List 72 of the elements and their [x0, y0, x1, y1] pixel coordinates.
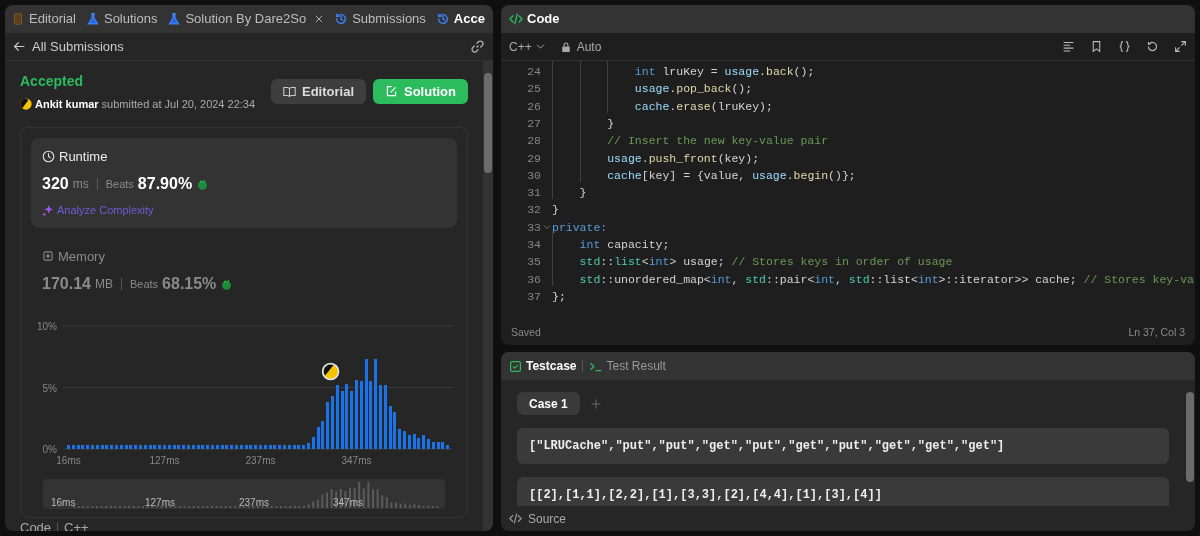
code-line: std::unordered_map<int, std::pair<int, std::list<int>::iterator>> cache; // Stores key-va — [552, 270, 1194, 288]
panel-title: Code — [527, 10, 560, 29]
language-select[interactable]: C++ — [509, 37, 545, 56]
case-tab[interactable]: Case 1 — [517, 392, 580, 415]
save-status: Saved — [511, 325, 541, 341]
code-line: int capacity; — [552, 236, 670, 254]
code-line: usage.push_front(key); — [552, 149, 760, 167]
metric-value: 170.14 — [42, 274, 91, 294]
line-number: 28 — [526, 133, 541, 150]
metric-value: 320 — [42, 174, 69, 194]
source-tab[interactable]: Source — [528, 509, 567, 528]
line-number: 25 — [526, 81, 541, 98]
line-number: 36 — [526, 271, 541, 288]
line-number: 34 — [526, 237, 541, 253]
axis-label: 127ms — [149, 455, 180, 466]
axis-label: 127ms — [145, 497, 175, 508]
code-line: } — [552, 184, 587, 202]
axis-label: 237ms — [245, 455, 276, 466]
line-number: 35 — [526, 254, 541, 271]
author-name[interactable]: Ankit kumar — [35, 96, 99, 113]
tab[interactable]: Acce — [435, 9, 485, 29]
line-number: 32 — [526, 202, 541, 219]
line-number: 37 — [526, 288, 541, 305]
tab[interactable]: Editorial — [11, 9, 76, 29]
line-number: 29 — [526, 150, 541, 167]
code-line: cache.erase(lruKey); — [552, 97, 773, 115]
line-number: 33 — [526, 219, 541, 236]
input-field[interactable]: ["LRUCache","put","put","get","put","get","put","get","get","get"] — [517, 428, 1169, 464]
status-label: Accepted — [20, 72, 85, 91]
metric-title: Runtime — [59, 147, 108, 166]
axis-label: 347ms — [341, 455, 372, 466]
back-link[interactable]: All Submissions — [32, 36, 124, 57]
metric-card[interactable]: Runtime 320 ms Beats 87.90% Analyze Complexity — [31, 137, 457, 228]
input-field[interactable]: [[2],[1,1],[2,2],[1],[3,3],[2],[4,4],[1],[3],[4]] — [517, 477, 1169, 506]
submitted-time: submitted at Jul 20, 2024 22:34 — [101, 97, 256, 112]
mode-label: Auto — [576, 38, 602, 56]
beats-label: Beats — [105, 176, 134, 192]
tab[interactable]: Solutions — [85, 9, 158, 29]
line-number: 30 — [526, 167, 541, 184]
metric-unit: MB — [94, 276, 113, 293]
line-number: 24 — [526, 64, 541, 80]
code-line: cache[key] = {value, usage.begin()}; — [552, 166, 856, 185]
beats-percent: 87.90% — [137, 174, 193, 194]
axis-label: 237ms — [239, 497, 269, 508]
code-line: } — [552, 114, 615, 133]
axis-label: 5% — [42, 382, 57, 394]
metric-unit: ms — [72, 176, 89, 193]
line-number: 27 — [526, 115, 541, 132]
code-line: }; — [552, 288, 566, 305]
axis-label: 16ms — [56, 455, 81, 466]
tab[interactable]: Test Result — [589, 357, 666, 375]
code-line: } — [552, 202, 559, 219]
code-line: int lruKey = usage.back(); — [552, 63, 815, 81]
axis-label: 347ms — [333, 497, 363, 508]
axis-label: 16ms — [51, 497, 76, 508]
code-line: // Insert the new key-value pair — [552, 132, 829, 150]
tab[interactable]: Testcase — [509, 357, 577, 375]
tab[interactable]: Solution By Dare2So — [167, 9, 307, 29]
tab[interactable]: Submissions — [334, 9, 426, 29]
cursor-position: Ln 37, Col 3 — [1128, 325, 1185, 341]
beats-label: Beats — [129, 276, 159, 292]
axis-label: 10% — [37, 321, 57, 332]
beats-percent: 68.15% — [162, 274, 217, 294]
editorial-button[interactable]: Editorial — [271, 79, 366, 105]
axis-label: 0% — [42, 444, 57, 455]
code-line: std::list<int> usage; // Stores keys in order of usage — [552, 253, 953, 271]
line-number: 26 — [526, 98, 541, 115]
code-line: private: — [552, 219, 608, 236]
line-number: 31 — [526, 185, 541, 202]
code-line: usage.pop_back(); — [552, 80, 753, 98]
range-overview[interactable]: 16ms 127ms 237ms 347ms — [43, 479, 445, 509]
metric-title: Memory — [58, 247, 105, 266]
